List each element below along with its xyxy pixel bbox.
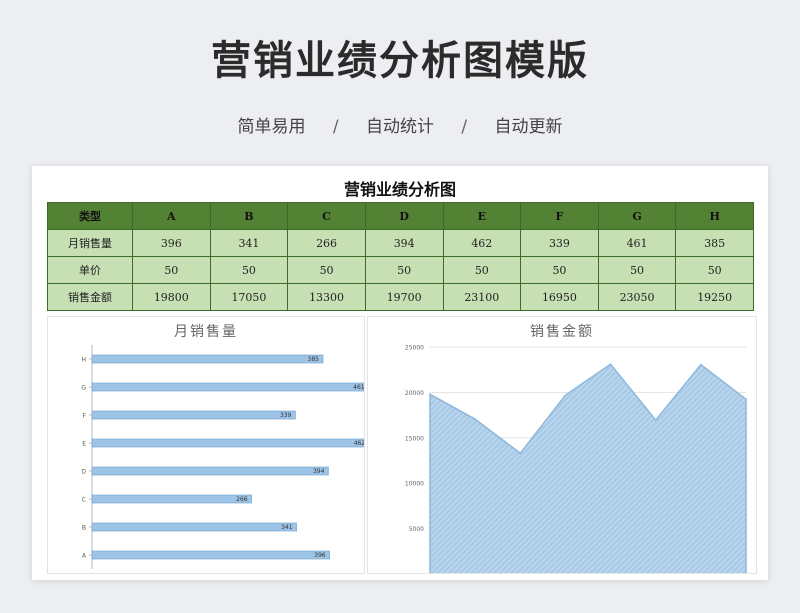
subtitle-separator: /	[332, 117, 339, 137]
table-row-label[interactable]: 月销售量	[47, 229, 133, 257]
area-chart-sales-amount[interactable]: 销售金额 5000 10000 15000 20000 25000	[367, 316, 757, 575]
area-chart-tick-label: 25000	[405, 345, 424, 352]
spreadsheet-sheet: 营销业绩分析图 类型 A B C D E F G H 月销售量 396 341 …	[32, 166, 768, 580]
bar-chart-category-label: E	[82, 441, 86, 448]
bar-chart-category-label: C	[82, 497, 86, 504]
table-cell[interactable]: 50	[287, 256, 366, 284]
table-header-cell[interactable]: F	[520, 202, 599, 230]
subtitle-separator: /	[461, 117, 468, 137]
area-chart-tick-label: 15000	[405, 435, 424, 442]
bar-chart-category-label: F	[83, 413, 87, 420]
table-cell[interactable]: 396	[132, 229, 211, 257]
table-cell[interactable]: 17050	[209, 283, 289, 311]
table-cell[interactable]: 385	[675, 229, 754, 257]
area-chart-point	[700, 363, 702, 366]
table-cell[interactable]: 19700	[364, 283, 444, 311]
table-cell[interactable]: 50	[364, 256, 444, 284]
area-chart-tick-label: 5000	[409, 526, 424, 533]
bar-chart-bar	[91, 494, 252, 504]
bar-chart-data-label: 394	[313, 468, 325, 475]
bar-chart-data-label: 339	[280, 412, 292, 419]
table-cell[interactable]: 13300	[287, 283, 366, 311]
bar-chart-data-label: 462	[354, 440, 364, 447]
table-cell[interactable]: 50	[132, 256, 211, 284]
table-cell[interactable]: 461	[597, 229, 677, 257]
table-cell[interactable]: 19250	[675, 283, 754, 311]
bar-chart-bar	[91, 522, 297, 532]
table-header-cell[interactable]: D	[364, 202, 444, 230]
table-header-cell[interactable]: H	[675, 202, 754, 230]
table-cell[interactable]: 341	[209, 229, 289, 257]
area-chart-title: 销售金额	[530, 324, 594, 340]
bar-chart-data-label: 385	[308, 356, 320, 363]
bar-chart-data-label: 341	[281, 524, 293, 531]
table-cell[interactable]: 50	[597, 256, 677, 284]
bar-chart-data-label: 461	[353, 384, 364, 391]
subtitle-item-easy: 简单易用	[237, 117, 306, 137]
data-table: 类型 A B C D E F G H 月销售量 396 341 266 394 …	[47, 202, 754, 311]
area-chart-tick-label: 20000	[405, 390, 424, 397]
table-cell[interactable]: 50	[442, 256, 522, 284]
table-cell[interactable]: 50	[675, 256, 754, 284]
table-row: 月销售量 396 341 266 394 462 339 461 385	[47, 229, 754, 257]
table-cell[interactable]: 266	[287, 229, 366, 257]
table-header-cell[interactable]: 类型	[47, 202, 133, 230]
table-cell[interactable]: 339	[520, 229, 599, 257]
bar-chart-bar	[91, 438, 370, 448]
table-cell[interactable]: 19800	[132, 283, 211, 311]
table-header-cell[interactable]: E	[442, 202, 522, 230]
sheet-title: 营销业绩分析图	[343, 180, 456, 199]
bar-chart-bar	[91, 466, 329, 476]
area-chart-point	[654, 419, 657, 421]
area-chart-point	[564, 394, 567, 396]
table-cell[interactable]: 23050	[597, 283, 677, 311]
area-chart-tick-label: 10000	[405, 481, 424, 488]
bar-chart-category-label: B	[82, 525, 86, 532]
area-chart-point	[474, 418, 476, 420]
bar-chart-category-label: H	[81, 357, 86, 364]
table-header-cell[interactable]: B	[209, 202, 289, 230]
table-row-label[interactable]: 单价	[47, 256, 133, 284]
table-row: 单价 50 50 50 50 50 50 50 50	[47, 256, 754, 284]
bar-chart-monthly-sales[interactable]: 月销售量 A 396 B 341 C 266 D 394 E 462 F 339 G 461 H 385	[47, 316, 370, 574]
bar-chart-category-label: G	[81, 385, 86, 392]
table-cell[interactable]: 394	[364, 229, 444, 257]
area-chart-series	[429, 363, 747, 575]
table-header-cell[interactable]: G	[597, 202, 677, 230]
table-cell[interactable]: 23100	[442, 283, 522, 311]
subtitle-item-auto-update: 自动更新	[494, 117, 563, 137]
bar-chart-bar	[91, 410, 296, 420]
table-header-cell[interactable]: C	[287, 202, 366, 230]
table-row-label[interactable]: 销售金额	[47, 283, 133, 311]
table-header-row: 类型 A B C D E F G H	[47, 202, 754, 230]
subtitle-item-auto-stat: 自动统计	[366, 117, 434, 137]
table-row: 销售金额 19800 17050 13300 19700 23100 16950…	[47, 283, 754, 311]
area-chart-svg: 5000 10000 15000 20000 25000	[405, 345, 747, 575]
area-chart-point	[745, 398, 747, 401]
table-cell[interactable]: 50	[520, 256, 599, 284]
bar-chart-bar	[91, 354, 324, 364]
table-header-cell[interactable]: A	[132, 202, 211, 230]
table-cell[interactable]: 462	[442, 229, 522, 257]
area-chart-point	[609, 363, 612, 366]
bar-chart-category-label: D	[81, 469, 86, 476]
bar-chart-category-label: A	[82, 553, 87, 560]
page-title: 营销业绩分析图模版	[211, 38, 589, 84]
bar-chart-title: 月销售量	[174, 324, 238, 340]
area-chart-point	[519, 452, 522, 455]
subtitle: 简单易用 / 自动统计 / 自动更新	[0, 112, 800, 137]
bar-chart-bar	[91, 382, 369, 392]
table-cell[interactable]: 50	[209, 256, 289, 284]
bar-chart-bar	[91, 550, 330, 560]
bar-chart-svg: A 396 B 341 C 266 D 394 E 462 F 339 G 461 H 385	[81, 345, 370, 569]
bar-chart-data-label: 396	[314, 552, 326, 559]
table-cell[interactable]: 16950	[520, 283, 599, 311]
bar-chart-data-label: 266	[236, 496, 248, 503]
area-chart-point	[429, 393, 431, 396]
